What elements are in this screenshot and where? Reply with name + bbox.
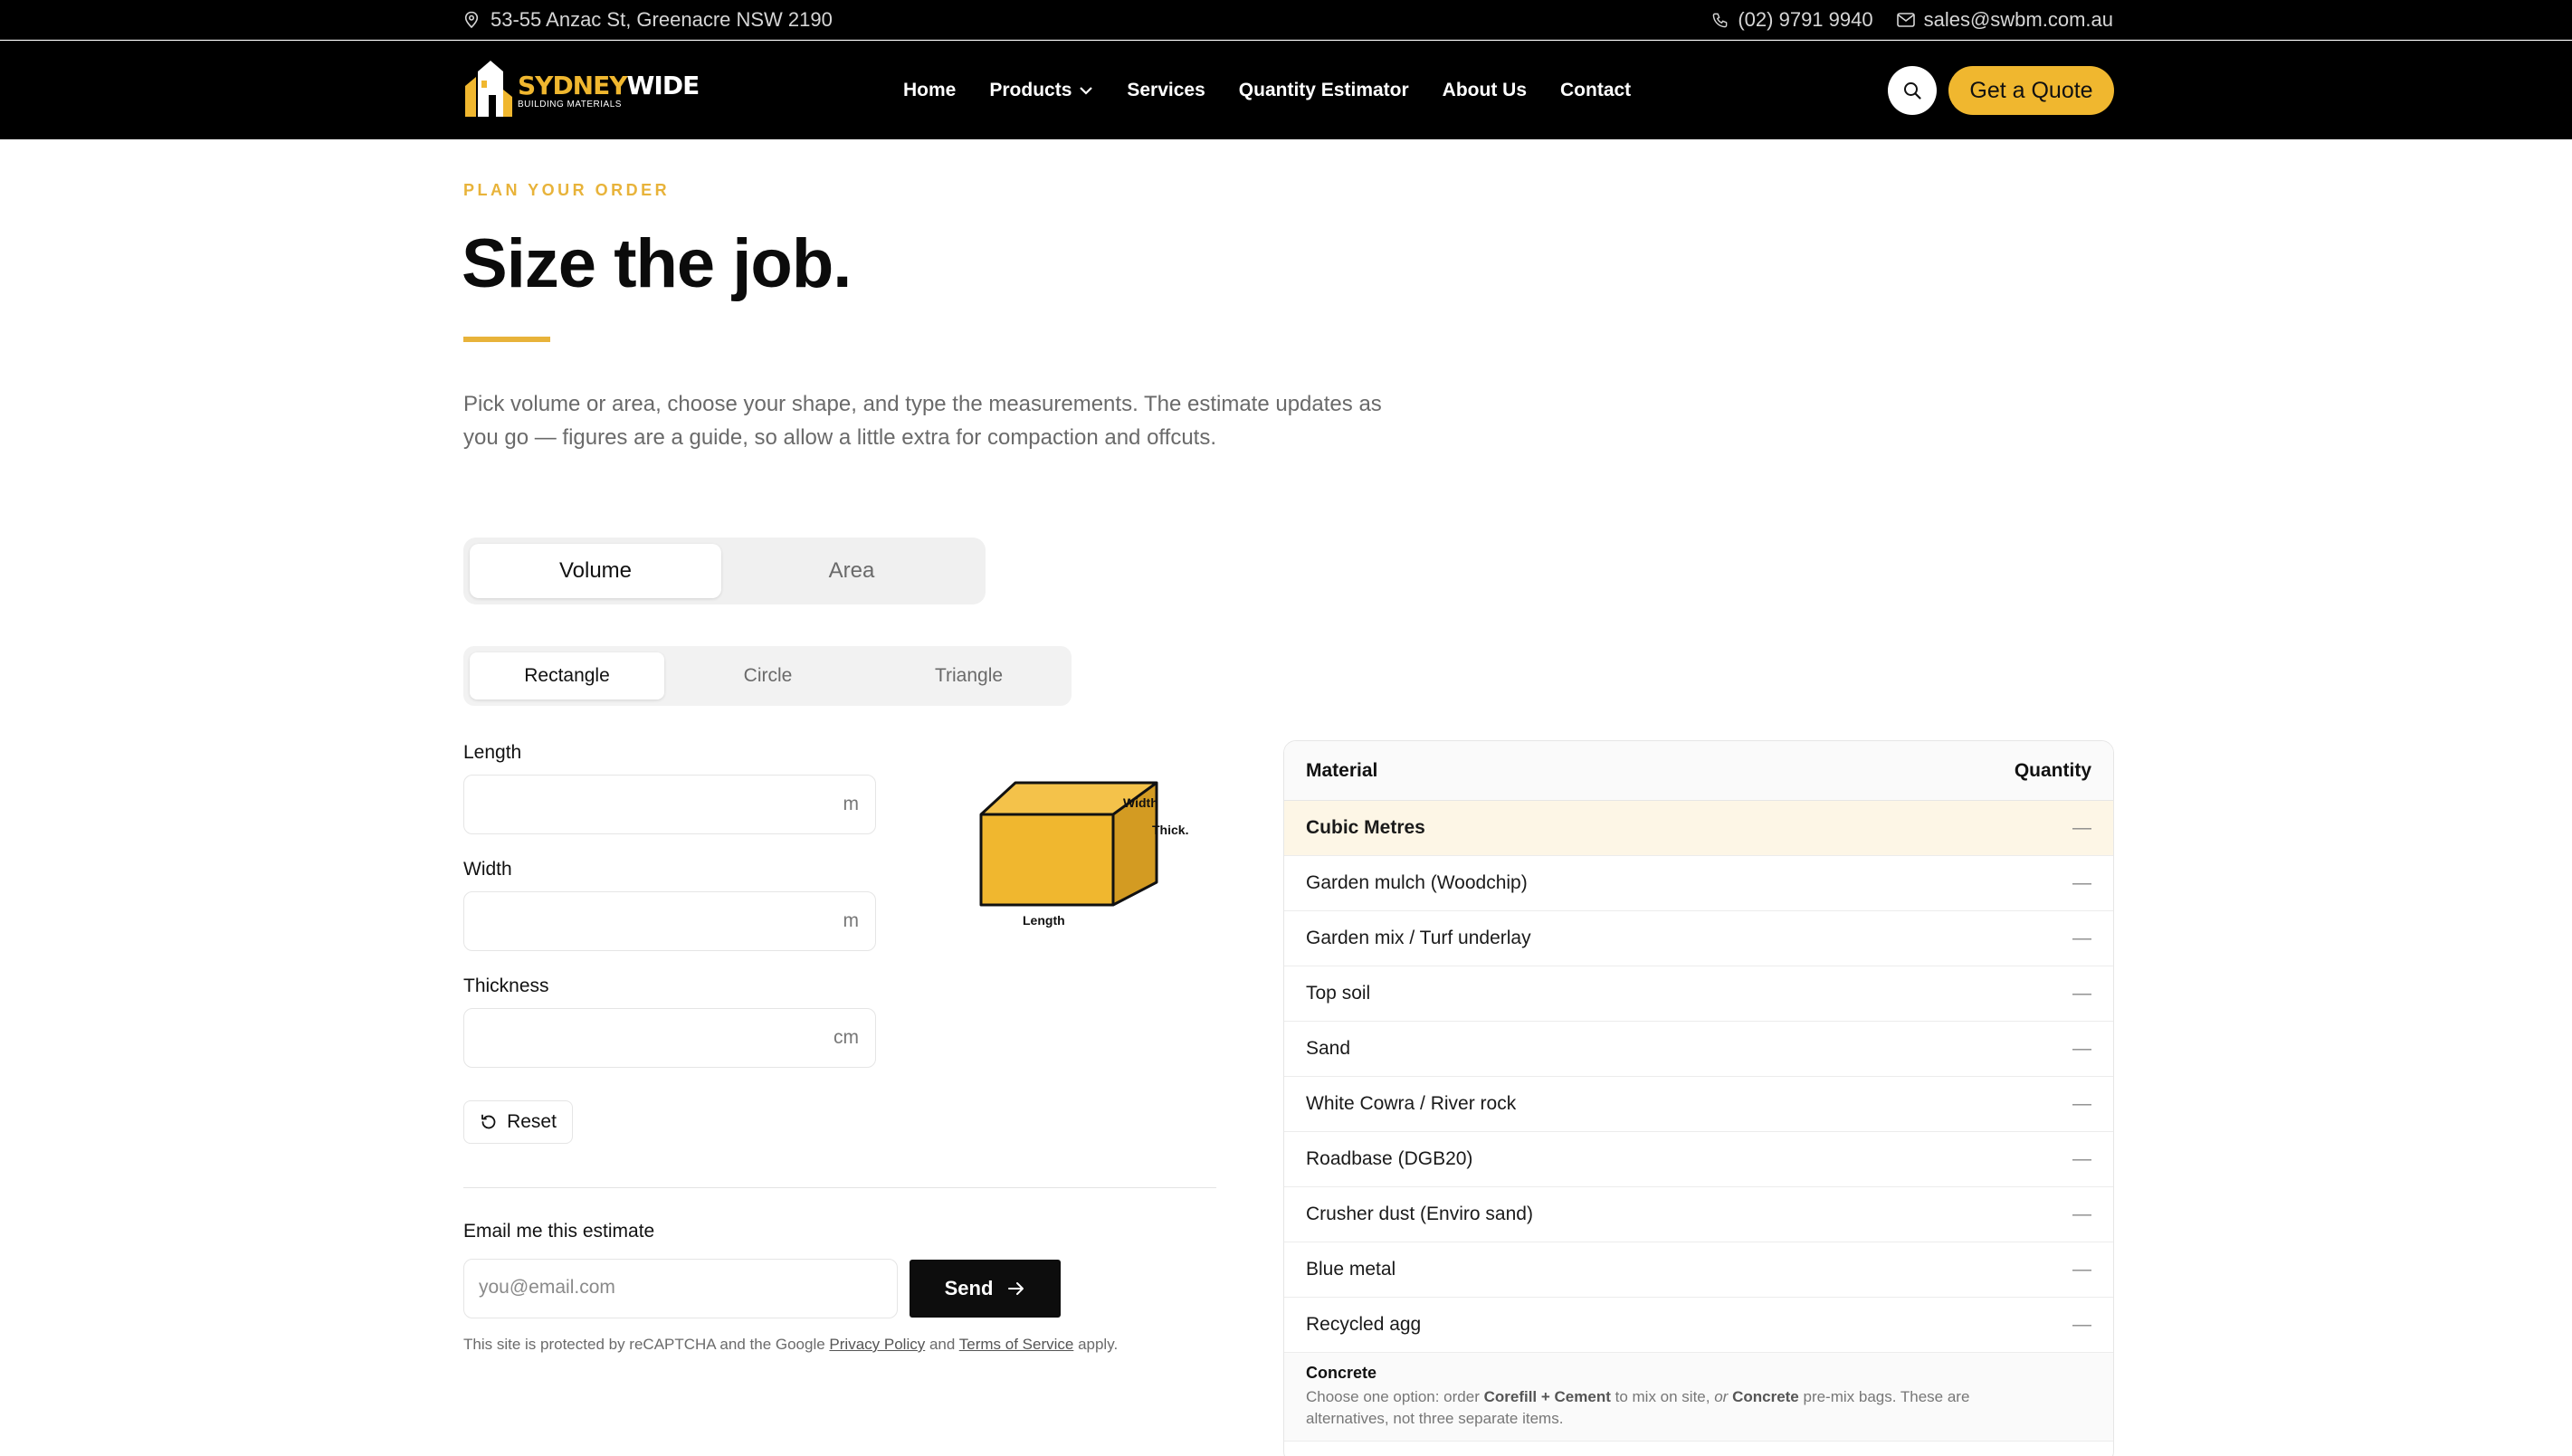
thickness-input[interactable] [479, 1009, 823, 1065]
column-material: Material [1306, 759, 1378, 781]
send-button[interactable]: Send [910, 1260, 1061, 1318]
main-navigation: SYDNEYWIDE BUILDING MATERIALS Home Produ… [0, 41, 2572, 139]
shape-circle[interactable]: Circle [671, 652, 865, 699]
nav-services[interactable]: Services [1127, 80, 1205, 101]
width-label: Width [463, 859, 512, 880]
nav-home[interactable]: Home [903, 80, 956, 101]
intro-text: Pick volume or area, choose your shape, … [463, 392, 1382, 450]
table-row: Top soil — [1284, 966, 2113, 1022]
phone-icon [1711, 12, 1729, 29]
table-header: Material Quantity [1284, 741, 2113, 801]
concrete-note: Concrete Choose one option: order Corefi… [1284, 1353, 2113, 1442]
column-quantity: Quantity [2014, 759, 2091, 781]
table-row: Garden mulch (Woodchip) — [1284, 856, 2113, 911]
eyebrow-label: PLAN YOUR ORDER [463, 181, 671, 199]
terms-of-service-link[interactable]: Terms of Service [959, 1336, 1074, 1353]
thickness-label: Thickness [463, 975, 549, 996]
table-row: Recycled agg — [1284, 1298, 2113, 1353]
reset-label: Reset [507, 1111, 557, 1132]
mail-icon [1896, 13, 1915, 27]
rectangle-diagram: Width Thick. Length [968, 774, 1222, 941]
nav-quantity-estimator[interactable]: Quantity Estimator [1239, 80, 1409, 101]
table-row: Crusher dust (Enviro sand) — [1284, 1187, 2113, 1242]
results-table: Material Quantity Cubic Metres — Garden m… [1283, 740, 2114, 1456]
section-divider [463, 1187, 1216, 1188]
diagram-length-label: Length [1023, 913, 1065, 928]
top-utility-bar: 53-55 Anzac St, Greenacre NSW 2190 (02) … [0, 0, 2572, 40]
address-text: 53-55 Anzac St, Greenacre NSW 2190 [491, 8, 833, 31]
concrete-note-body: Choose one option: order Corefill + Ceme… [1306, 1388, 1970, 1427]
email-input[interactable] [479, 1260, 886, 1316]
table-row: Roadbase (DGB20) — [1284, 1132, 2113, 1187]
table-row: Cubic Metres — [1284, 801, 2113, 856]
location-pin-icon [463, 11, 480, 29]
thickness-unit: cm [834, 1027, 859, 1048]
reset-button[interactable]: Reset [463, 1100, 573, 1144]
get-a-quote-button[interactable]: Get a Quote [1948, 66, 2114, 115]
site-logo[interactable]: SYDNEYWIDE BUILDING MATERIALS [463, 59, 700, 123]
email-field[interactable] [463, 1259, 898, 1318]
logo-mark-icon [463, 59, 514, 123]
width-unit: m [843, 910, 860, 931]
length-label: Length [463, 742, 522, 763]
page-title: Size the job. [462, 225, 852, 302]
logo-tagline: BUILDING MATERIALS [518, 99, 622, 109]
address: 53-55 Anzac St, Greenacre NSW 2190 [463, 0, 833, 40]
diagram-thickness-label: Thick. [1152, 823, 1188, 837]
recaptcha-notice: This site is protected by reCAPTCHA and … [463, 1336, 1119, 1353]
mode-toggle: Volume Area [463, 538, 986, 604]
tab-area[interactable]: Area [726, 544, 977, 598]
arrow-right-icon [1007, 1281, 1025, 1296]
table-row: Garden mix / Turf underlay — [1284, 911, 2113, 966]
shape-triangle[interactable]: Triangle [872, 652, 1066, 699]
diagram-width-label: Width [1123, 795, 1158, 810]
phone-text[interactable]: (02) 9791 9940 [1738, 8, 1872, 32]
search-icon [1902, 81, 1922, 100]
privacy-policy-link[interactable]: Privacy Policy [829, 1336, 925, 1353]
logo-wordmark: SYDNEYWIDE [518, 70, 700, 100]
length-unit: m [843, 794, 860, 814]
concrete-note-title: Concrete [1306, 1364, 1377, 1382]
send-label: Send [944, 1277, 994, 1299]
nav-about-us[interactable]: About Us [1443, 80, 1527, 101]
search-button[interactable] [1888, 66, 1937, 115]
email-link[interactable]: sales@swbm.com.au [1896, 8, 2113, 32]
email-estimate-label: Email me this estimate [463, 1221, 655, 1242]
email-text[interactable]: sales@swbm.com.au [1924, 8, 2113, 32]
table-row: Sand — [1284, 1022, 2113, 1077]
title-accent-rule [463, 337, 550, 342]
table-row: Blue metal — [1284, 1242, 2113, 1298]
length-input[interactable] [479, 776, 823, 832]
reset-icon [480, 1113, 498, 1131]
nav-products[interactable]: Products [989, 80, 1093, 101]
table-row: White Cowra / River rock — [1284, 1077, 2113, 1132]
tab-volume[interactable]: Volume [470, 544, 721, 598]
width-input[interactable] [479, 892, 823, 948]
chevron-down-icon [1079, 86, 1093, 95]
nav-contact[interactable]: Contact [1560, 80, 1631, 101]
shape-toggle: Rectangle Circle Triangle [463, 646, 1072, 706]
width-field[interactable]: m [463, 891, 876, 951]
shape-rectangle[interactable]: Rectangle [470, 652, 664, 699]
phone-link[interactable]: (02) 9791 9940 [1711, 8, 1873, 32]
thickness-field[interactable]: cm [463, 1008, 876, 1068]
length-field[interactable]: m [463, 775, 876, 834]
